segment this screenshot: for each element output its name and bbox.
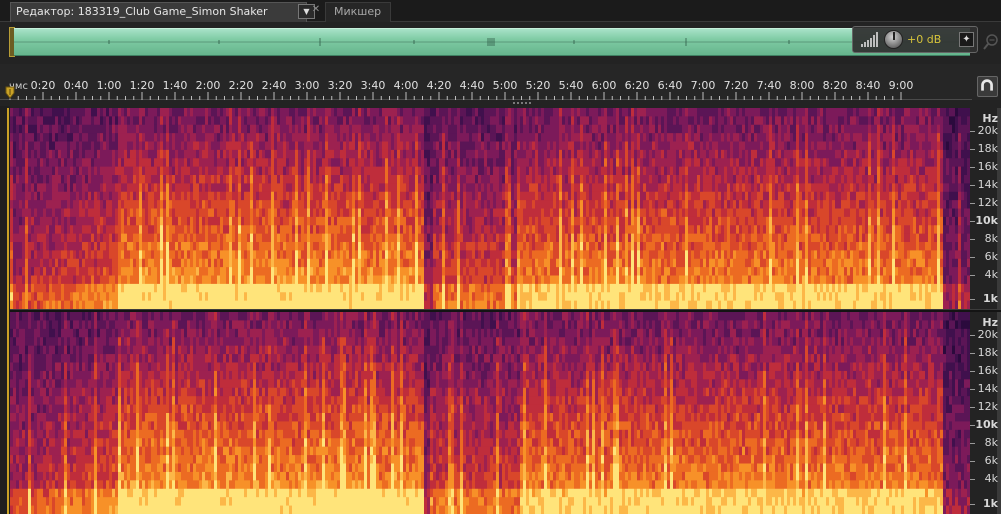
ruler-time-label: 0:20 — [31, 79, 56, 92]
frequency-label: 14k — [977, 178, 998, 191]
ruler-time-label: 3:00 — [295, 79, 320, 92]
frequency-label: 1k — [983, 497, 998, 510]
zoom-icon[interactable] — [983, 33, 999, 51]
frequency-tick — [970, 149, 975, 150]
ruler-time-label: 8:20 — [823, 79, 848, 92]
frequency-label: 12k — [977, 400, 998, 413]
volume-bars-icon — [861, 32, 878, 47]
timeline-ticks: чмс 0:20 0:40 1:00 1:20 1:40 2:00 2:20 2:40 3:00 3… — [0, 79, 972, 100]
frequency-label: 16k — [977, 160, 998, 173]
frequency-label: 20k — [977, 328, 998, 341]
frequency-label: 8k — [984, 436, 998, 449]
frequency-label: 12k — [977, 196, 998, 209]
ruler-time-label: 5:20 — [526, 79, 551, 92]
ruler-time-label: 2:00 — [196, 79, 221, 92]
pin-icon[interactable]: ✦ — [959, 32, 974, 47]
waveform-overview[interactable] — [0, 23, 1001, 63]
frequency-label: 6k — [984, 250, 998, 263]
frequency-label: 16k — [977, 364, 998, 377]
ruler-time-label: 2:40 — [262, 79, 287, 92]
close-icon[interactable]: ✕ — [310, 3, 322, 17]
frequency-scale-left: Hz 20k 18k 16k 14k 12k 10k 8k 6k 4k 1k — [970, 108, 1001, 309]
ruler-time-label: 9:00 — [889, 79, 914, 92]
spectrogram — [10, 312, 970, 514]
frequency-tick — [970, 239, 975, 240]
snap-magnet-icon[interactable] — [977, 76, 998, 97]
gain-value[interactable]: +0 dB — [907, 33, 941, 46]
ruler-time-label: 3:20 — [328, 79, 353, 92]
tab-mixer-label: Микшер — [334, 5, 382, 18]
frequency-label: 18k — [977, 346, 998, 359]
frequency-tick — [970, 443, 975, 444]
frequency-label: 20k — [977, 124, 998, 137]
frequency-label: 6k — [984, 454, 998, 467]
frequency-tick — [970, 407, 975, 408]
ruler-time-label: 7:00 — [691, 79, 716, 92]
ruler-time-label: 8:40 — [856, 79, 881, 92]
spectrogram-channel-right[interactable] — [10, 312, 970, 514]
frequency-tick — [970, 461, 975, 462]
frequency-tick — [970, 275, 975, 276]
frequency-tick — [970, 504, 975, 505]
frequency-label: 4k — [984, 268, 998, 281]
frequency-tick — [970, 167, 975, 168]
ruler-time-label: 1:40 — [163, 79, 188, 92]
spectrogram — [10, 108, 970, 309]
tab-mixer[interactable]: Микшер — [325, 2, 391, 22]
ruler-time-label: 6:00 — [592, 79, 617, 92]
frequency-tick — [970, 389, 975, 390]
frequency-tick — [970, 425, 975, 426]
ruler-time-label: 4:00 — [394, 79, 419, 92]
ruler-time-label: 8:00 — [790, 79, 815, 92]
frequency-tick — [970, 299, 975, 300]
spectrogram-channel-left[interactable] — [10, 108, 970, 309]
timeline-ruler[interactable]: чмс 0:20 0:40 1:00 1:20 1:40 2:00 2:20 2:40 3:00 3… — [0, 64, 1001, 100]
frequency-scale-right: Hz 20k 18k 16k 14k 12k 10k 8k 6k 4k 1k — [970, 312, 1001, 514]
ruler-time-label: 2:20 — [229, 79, 254, 92]
frequency-label: 10k — [975, 214, 998, 227]
frequency-tick — [970, 185, 975, 186]
playhead-rail — [0, 106, 10, 514]
frequency-label: 1k — [983, 292, 998, 305]
ruler-time-label: 3:40 — [361, 79, 386, 92]
frequency-label: 14k — [977, 382, 998, 395]
ruler-time-label: 7:40 — [757, 79, 782, 92]
volume-knob-icon[interactable] — [884, 30, 903, 49]
ruler-time-label: 0:40 — [64, 79, 89, 92]
tab-bar: Редактор: 183319_Club Game_Simon Shaker … — [0, 0, 1001, 36]
frequency-tick — [970, 335, 975, 336]
tab-editor[interactable]: Редактор: 183319_Club Game_Simon Shaker … — [10, 2, 315, 36]
spectrogram-cells — [10, 312, 970, 514]
ruler-time-label: 1:00 — [97, 79, 122, 92]
audio-editor-window: Редактор: 183319_Club Game_Simon Shaker … — [0, 0, 1001, 514]
spectrogram-cells — [10, 108, 970, 309]
ruler-time-label: 5:40 — [559, 79, 584, 92]
ruler-time-label: 6:20 — [625, 79, 650, 92]
ruler-time-label: 4:40 — [460, 79, 485, 92]
volume-hud: +0 dB ✦ — [852, 26, 978, 53]
frequency-label: 4k — [984, 472, 998, 485]
frequency-label: 18k — [977, 142, 998, 155]
frequency-label: 8k — [984, 232, 998, 245]
frequency-tick — [970, 353, 975, 354]
overview-waveform — [14, 38, 970, 46]
frequency-tick — [970, 131, 975, 132]
spectral-frequency-display[interactable]: Hz 20k 18k 16k 14k 12k 10k 8k 6k 4k 1k Hz 20k 18k 16k… — [0, 106, 1001, 514]
ruler-time-label: 6:40 — [658, 79, 683, 92]
frequency-tick — [970, 221, 975, 222]
ruler-time-label: 4:20 — [427, 79, 452, 92]
frequency-tick — [970, 257, 975, 258]
ruler-time-label: 1:20 — [130, 79, 155, 92]
frequency-tick — [970, 479, 975, 480]
ruler-time-label: 7:20 — [724, 79, 749, 92]
frequency-label: 10k — [975, 418, 998, 431]
ruler-time-label: 5:00 — [493, 79, 518, 92]
frequency-tick — [970, 203, 975, 204]
playhead-marker-icon[interactable] — [5, 86, 15, 100]
frequency-tick — [970, 371, 975, 372]
